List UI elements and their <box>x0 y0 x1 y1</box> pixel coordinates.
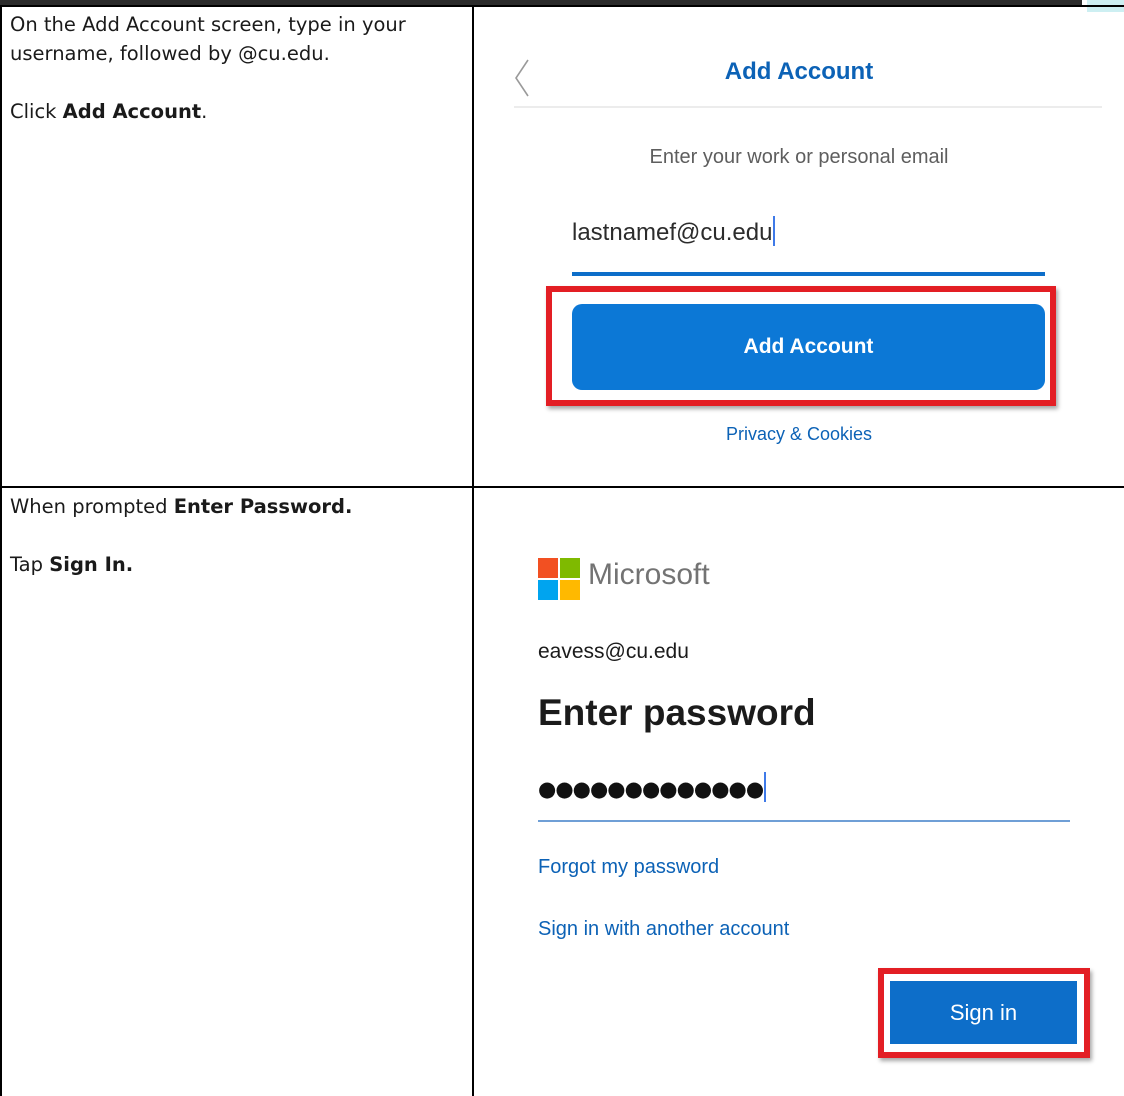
step-1-action: Click Add Account. <box>10 100 208 123</box>
text-caret <box>764 772 767 802</box>
step-1-text: On the Add Account screen, type in your … <box>10 13 406 65</box>
add-account-button[interactable]: Add Account <box>572 304 1045 390</box>
enter-password-heading: Enter password <box>538 692 816 733</box>
account-email: eavess@cu.edu <box>538 640 689 663</box>
step-1-instructions: On the Add Account screen, type in your … <box>10 10 460 126</box>
password-input[interactable]: ●●●●●●●●●●●●● <box>538 768 1070 822</box>
microsoft-signin-screenshot: Microsoft eavess@cu.edu Enter password ●… <box>476 520 1122 1096</box>
email-input[interactable]: lastnamef@cu.edu <box>572 212 1045 276</box>
microsoft-wordmark: Microsoft <box>588 558 710 591</box>
table-row-divider <box>0 486 1124 488</box>
add-account-screenshot: Add Account Enter your work or personal … <box>476 6 1122 486</box>
table-column-divider <box>472 5 474 1096</box>
email-prompt: Enter your work or personal email <box>649 146 949 168</box>
password-mask: ●●●●●●●●●●●●● <box>538 777 764 801</box>
step-2-text: When prompted Enter Password. <box>10 495 353 518</box>
email-input-value: lastnamef@cu.edu <box>572 219 773 246</box>
table-border-left <box>0 5 2 1096</box>
sign-in-button[interactable]: Sign in <box>890 981 1077 1044</box>
other-account-link[interactable]: Sign in with another account <box>538 918 789 941</box>
step-2-action: Tap Sign In. <box>10 553 134 576</box>
forgot-password-link[interactable]: Forgot my password <box>538 856 719 879</box>
privacy-cookies-link[interactable]: Privacy & Cookies <box>476 424 1122 445</box>
text-caret <box>773 216 776 246</box>
header-divider <box>514 106 1102 108</box>
add-account-title: Add Account <box>724 58 874 85</box>
step-2-instructions: When prompted Enter Password. Tap Sign I… <box>10 492 460 579</box>
microsoft-logo-icon <box>538 558 580 600</box>
